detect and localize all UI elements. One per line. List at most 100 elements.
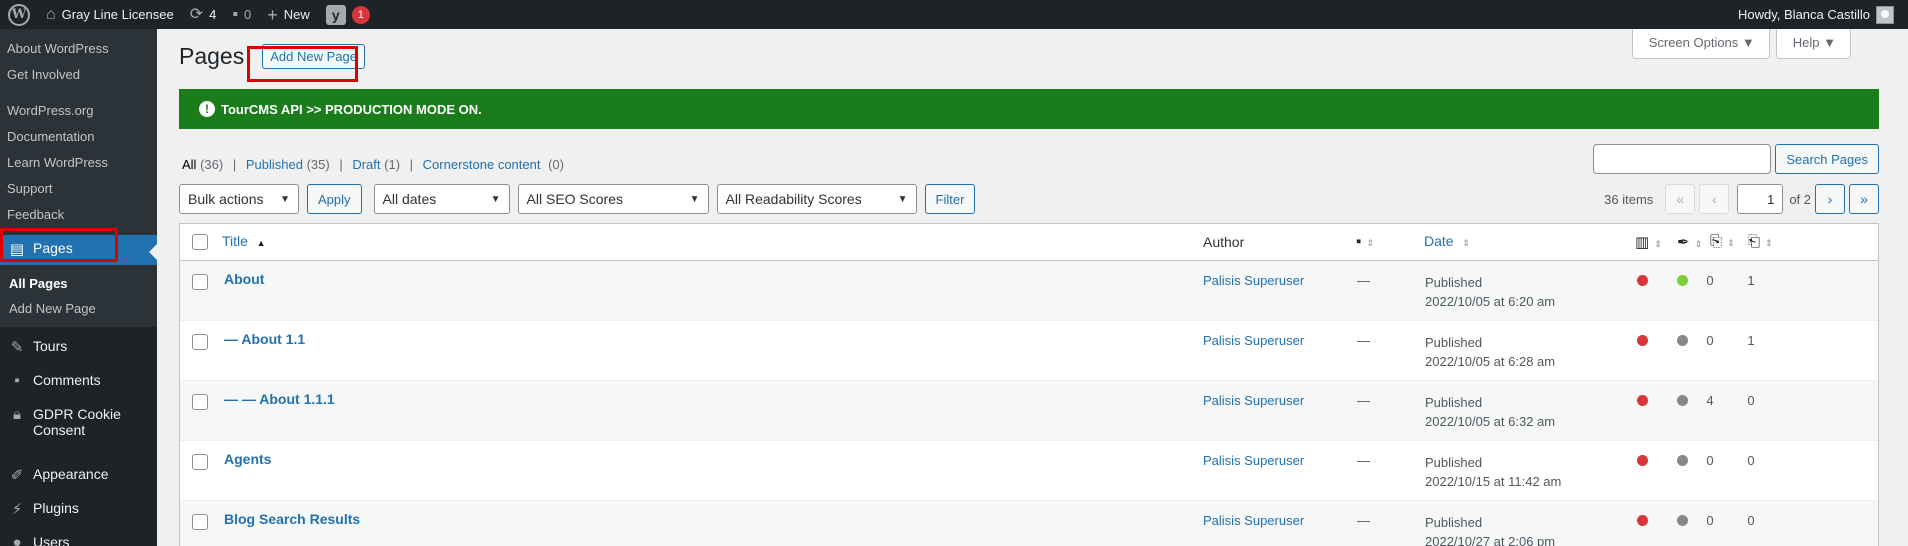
search-input[interactable] xyxy=(1593,144,1772,174)
sidebar-item-label: Comments xyxy=(33,372,101,388)
page-title-link[interactable]: Blog Search Results xyxy=(224,511,360,527)
author-link[interactable]: Palisis Superuser xyxy=(1203,393,1304,408)
title-sort-link: Title xyxy=(222,233,248,249)
updates-link[interactable]: ⟳ 4 xyxy=(182,0,225,29)
site-name-link[interactable]: ⌂ Gray Line Licensee xyxy=(38,0,182,29)
sidebar-item-label: Users xyxy=(33,534,70,546)
sidebar-item-pages[interactable]: ▤ Pages xyxy=(0,235,157,265)
row-checkbox[interactable] xyxy=(192,274,208,290)
next-page-button[interactable]: › xyxy=(1815,184,1845,214)
sidebar-item-comments[interactable]: ▪ Comments xyxy=(0,365,157,399)
post-date: 2022/10/05 at 6:32 am xyxy=(1425,414,1556,429)
select-all-checkbox[interactable] xyxy=(192,234,208,250)
tourcms-notice: ! TourCMS API >> PRODUCTION MODE ON. xyxy=(179,89,1879,129)
seo-score-indicator xyxy=(1637,515,1648,526)
post-status: Published xyxy=(1425,455,1483,470)
comments-link[interactable]: ▪ 0 xyxy=(224,0,259,29)
sidebar-item-appearance[interactable]: ✐ Appearance xyxy=(0,459,157,493)
items-count: 36 items xyxy=(1604,191,1654,207)
post-status: Published xyxy=(1425,335,1483,350)
dates-select[interactable]: All dates ▼ xyxy=(373,184,510,214)
incoming-links-count: 1 xyxy=(1747,333,1755,348)
wordpress-logo-button[interactable]: W xyxy=(0,0,38,29)
incoming-links-column-icon[interactable]: ⎗ ⇕ xyxy=(1748,233,1773,250)
sort-asc-icon: ▲ xyxy=(256,238,266,248)
readability-score-indicator xyxy=(1677,275,1688,286)
outgoing-links-column-icon[interactable]: ⎘ ⇕ xyxy=(1710,233,1735,250)
sort-icon: ⇕ xyxy=(1462,238,1470,248)
seo-score-indicator xyxy=(1637,395,1648,406)
site-name: Gray Line Licensee xyxy=(61,7,174,22)
row-checkbox[interactable] xyxy=(192,514,208,530)
readability-score-indicator xyxy=(1677,455,1688,466)
row-checkbox[interactable] xyxy=(192,454,208,470)
chevron-down-icon: ▼ xyxy=(897,193,908,205)
screen-options-button[interactable]: Screen Options ▼ xyxy=(1631,29,1770,59)
sidebar-link-wordpress-org[interactable]: WordPress.org xyxy=(0,97,157,123)
filter-draft[interactable]: Draft xyxy=(352,157,380,172)
page-title-link[interactable]: Agents xyxy=(224,451,271,467)
sidebar-item-users[interactable]: ● Users xyxy=(0,527,157,546)
apply-button[interactable]: Apply xyxy=(307,184,362,214)
sidebar-link-about-wordpress[interactable]: About WordPress xyxy=(0,35,157,61)
seo-score-column-icon[interactable]: ▥ ⇕ xyxy=(1635,233,1662,251)
comments-column-header-icon[interactable]: ▪ ⇕ xyxy=(1356,233,1374,250)
filter-all[interactable]: All xyxy=(182,157,196,172)
table-body: About Palisis Superuser — Published 2022… xyxy=(180,261,1878,546)
page-title-link[interactable]: — — About 1.1.1 xyxy=(224,391,335,407)
admin-sidebar: About WordPress Get Involved WordPress.o… xyxy=(0,29,157,546)
sidebar-item-tours[interactable]: ✎ Tours xyxy=(0,331,157,365)
filter-published[interactable]: Published xyxy=(246,157,303,172)
title-column-header[interactable]: Title ▲ xyxy=(222,233,265,249)
yoast-menu[interactable]: y 1 xyxy=(318,0,378,29)
date-cell: Published 2022/10/05 at 6:28 am xyxy=(1425,333,1555,371)
table-header: Title ▲ Author ▪ ⇕ Date ⇕ ▥ ⇕ ✒ ⇕ ⎘ ⇕ ⎗ ⇕ xyxy=(180,224,1878,261)
last-page-button[interactable]: » xyxy=(1849,184,1879,214)
author-link[interactable]: Palisis Superuser xyxy=(1203,453,1304,468)
author-column-header: Author xyxy=(1203,234,1245,250)
current-page-input[interactable]: 1 xyxy=(1737,184,1784,214)
sidebar-link-get-involved[interactable]: Get Involved xyxy=(0,61,157,87)
date-cell: Published 2022/10/05 at 6:20 am xyxy=(1425,273,1555,311)
date-column-header[interactable]: Date ⇕ xyxy=(1424,233,1470,249)
readability-column-icon[interactable]: ✒ ⇕ xyxy=(1677,233,1702,251)
page-title-link[interactable]: About xyxy=(224,271,264,287)
add-new-page-button[interactable]: Add New Page xyxy=(262,44,365,69)
post-date: 2022/10/05 at 6:20 am xyxy=(1425,294,1556,309)
sidebar-link-support[interactable]: Support xyxy=(0,175,157,201)
paintbrush-icon: ✐ xyxy=(10,467,24,484)
author-link[interactable]: Palisis Superuser xyxy=(1203,273,1304,288)
filter-separator: | xyxy=(339,157,343,172)
bulk-actions-value: Bulk actions xyxy=(188,191,264,207)
filter-button[interactable]: Filter xyxy=(924,184,976,214)
row-checkbox[interactable] xyxy=(192,394,208,410)
sidebar-subitem-all-pages[interactable]: All Pages xyxy=(0,271,157,296)
page-title-link[interactable]: — About 1.1 xyxy=(224,331,305,347)
account-menu[interactable]: Howdy, Blanca Castillo xyxy=(1730,0,1908,29)
sidebar-link-documentation[interactable]: Documentation xyxy=(0,123,157,149)
seo-score-indicator xyxy=(1637,275,1648,286)
chevron-down-icon: ▼ xyxy=(490,193,501,205)
wordpress-logo-icon: W xyxy=(8,3,30,26)
readability-scores-select[interactable]: All Readability Scores ▼ xyxy=(716,184,917,214)
sidebar-item-plugins[interactable]: ⚡︎ Plugins xyxy=(0,493,157,527)
filter-separator: | xyxy=(409,157,414,172)
sidebar-link-feedback[interactable]: Feedback xyxy=(0,201,157,227)
seo-scores-select[interactable]: All SEO Scores ▼ xyxy=(517,184,709,214)
tablenav-top: Bulk actions ▼ Apply All dates ▼ All SEO… xyxy=(179,183,1879,215)
search-pages-button[interactable]: Search Pages xyxy=(1775,144,1879,174)
bulk-actions-select[interactable]: Bulk actions ▼ xyxy=(179,184,299,214)
updates-icon: ⟳ xyxy=(189,5,204,23)
sidebar-subitem-add-new-page[interactable]: Add New Page xyxy=(0,296,157,321)
status-filter-links: All (36) | Published (35) | Draft (1) | … xyxy=(182,157,564,172)
sidebar-item-label: Pages xyxy=(33,240,73,256)
incoming-links-count: 1 xyxy=(1747,273,1755,288)
help-button[interactable]: Help ▼ xyxy=(1775,29,1851,59)
sidebar-link-learn-wordpress[interactable]: Learn WordPress xyxy=(0,149,157,175)
sidebar-item-gdpr-cookie-consent[interactable]: 🔒︎ GDPR Cookie Consent xyxy=(0,399,157,451)
new-content-link[interactable]: + New xyxy=(259,0,318,29)
author-link[interactable]: Palisis Superuser xyxy=(1203,513,1304,528)
author-link[interactable]: Palisis Superuser xyxy=(1203,333,1304,348)
row-checkbox[interactable] xyxy=(192,334,208,350)
filter-cornerstone[interactable]: Cornerstone content xyxy=(423,157,541,172)
